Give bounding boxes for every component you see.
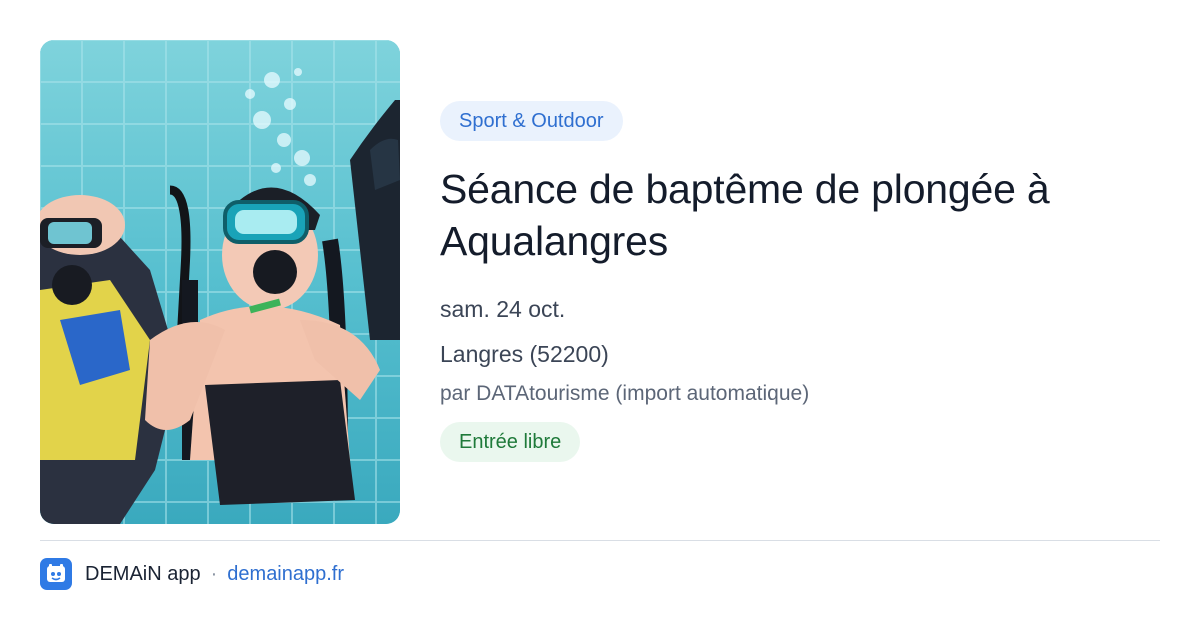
app-name: DEMAiN app [85, 562, 201, 585]
category-badge[interactable]: Sport & Outdoor [440, 101, 623, 141]
event-source: par DATAtourisme (import automatique) [440, 382, 810, 405]
event-location: Langres (52200) [440, 341, 609, 367]
event-details: Sport & Outdoor Séance de baptême de plo… [440, 101, 1160, 462]
event-photo[interactable] [40, 40, 400, 524]
app-website-link[interactable]: demainapp.fr [227, 563, 344, 586]
footer-separator: · [210, 562, 218, 585]
event-date: sam. 24 oct. [440, 296, 566, 322]
event-title[interactable]: Séance de baptême de plongée à Aqualangr… [440, 163, 1160, 267]
footer: DEMAiN app · demainapp.fr [40, 557, 344, 591]
demain-logo-icon[interactable] [40, 558, 72, 590]
footer-divider [40, 540, 1160, 541]
price-badge: Entrée libre [440, 422, 581, 462]
diving-photo [40, 40, 400, 524]
